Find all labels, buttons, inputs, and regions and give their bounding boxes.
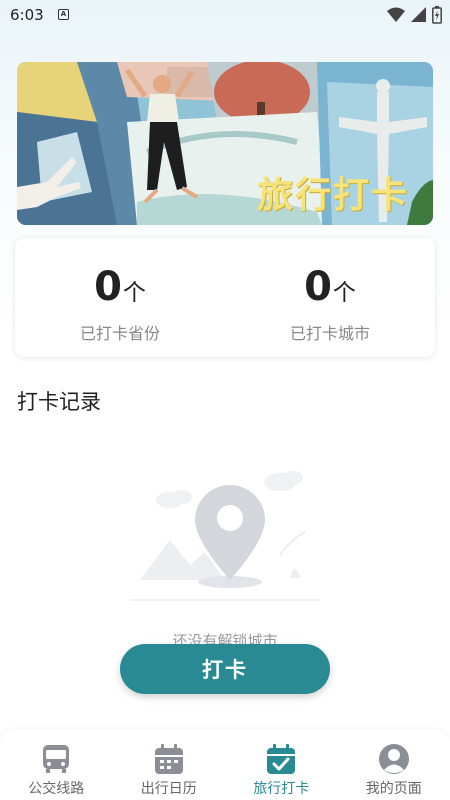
nav-item-bus-lines[interactable]: 公交线路 (0, 730, 113, 800)
status-time: 6:03 (10, 6, 44, 24)
bottom-nav: 公交线路 出行日历 旅行打卡 我的页面 (0, 730, 450, 800)
calendar-check-icon (267, 744, 296, 774)
status-bar: 6:03 A (0, 0, 450, 30)
checkin-button[interactable]: 打卡 (120, 644, 330, 694)
nav-label: 公交线路 (28, 781, 85, 797)
wifi-icon (387, 7, 405, 22)
stat-cities: 0个 已打卡城市 (225, 264, 435, 344)
stat-value-line: 0个 (225, 264, 435, 310)
nav-item-travel-checkin[interactable]: 旅行打卡 (225, 730, 338, 800)
stat-unit: 个 (122, 280, 146, 306)
nav-label: 旅行打卡 (253, 781, 310, 797)
stat-provinces: 0个 已打卡省份 (15, 264, 225, 344)
nav-label: 我的页面 (365, 781, 422, 797)
nav-label: 出行日历 (140, 781, 197, 797)
nav-item-my-page[interactable]: 我的页面 (338, 730, 450, 800)
section-title: 打卡记录 (17, 390, 101, 414)
user-icon (378, 744, 409, 774)
location-pin-icon (130, 471, 320, 601)
travel-banner: 旅行打卡 (17, 62, 433, 225)
stat-label: 已打卡城市 (289, 324, 370, 343)
stat-value-line: 0个 (15, 264, 225, 310)
nav-item-travel-calendar[interactable]: 出行日历 (113, 730, 226, 800)
bus-icon (43, 745, 70, 773)
stat-label: 已打卡省份 (79, 324, 160, 343)
stat-value: 0 (94, 264, 122, 310)
banner-title: 旅行打卡 (256, 175, 409, 216)
status-icons (387, 6, 442, 24)
stat-unit: 个 (332, 280, 356, 306)
app-notification-icon: A (58, 9, 69, 20)
battery-icon (432, 6, 442, 24)
calendar-icon (154, 744, 183, 774)
cell-signal-icon (411, 7, 426, 22)
empty-state-illustration (130, 460, 320, 610)
stat-value: 0 (304, 264, 332, 310)
stats-card: 0个 已打卡省份 0个 已打卡城市 (15, 238, 435, 357)
